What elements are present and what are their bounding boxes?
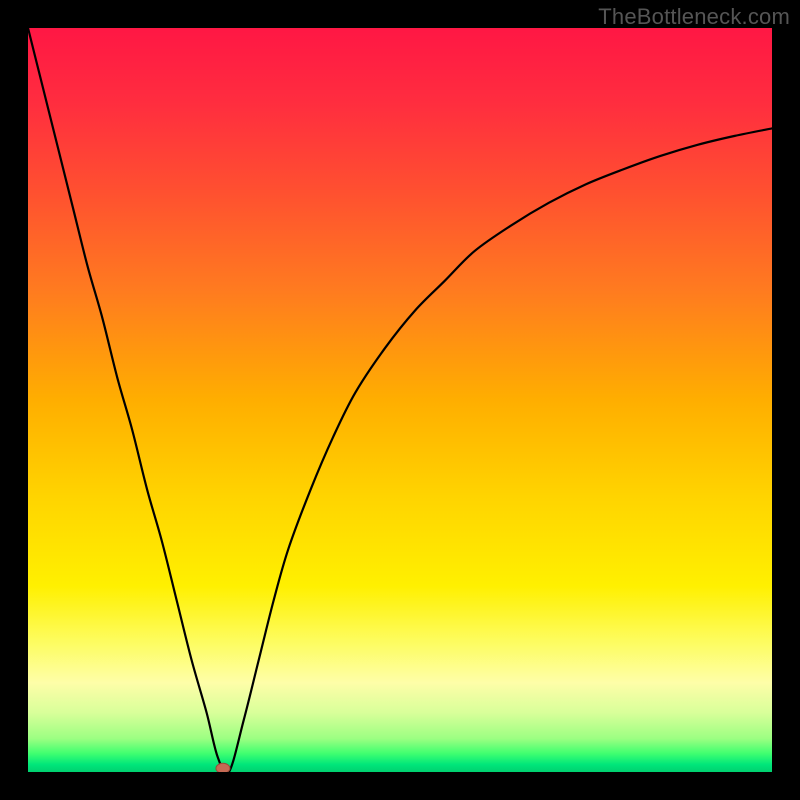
plot-area: [28, 28, 772, 772]
watermark-text: TheBottleneck.com: [598, 4, 790, 30]
optimum-marker: [216, 763, 230, 772]
gradient-background: [28, 28, 772, 772]
chart-container: TheBottleneck.com: [0, 0, 800, 800]
chart-svg: [28, 28, 772, 772]
